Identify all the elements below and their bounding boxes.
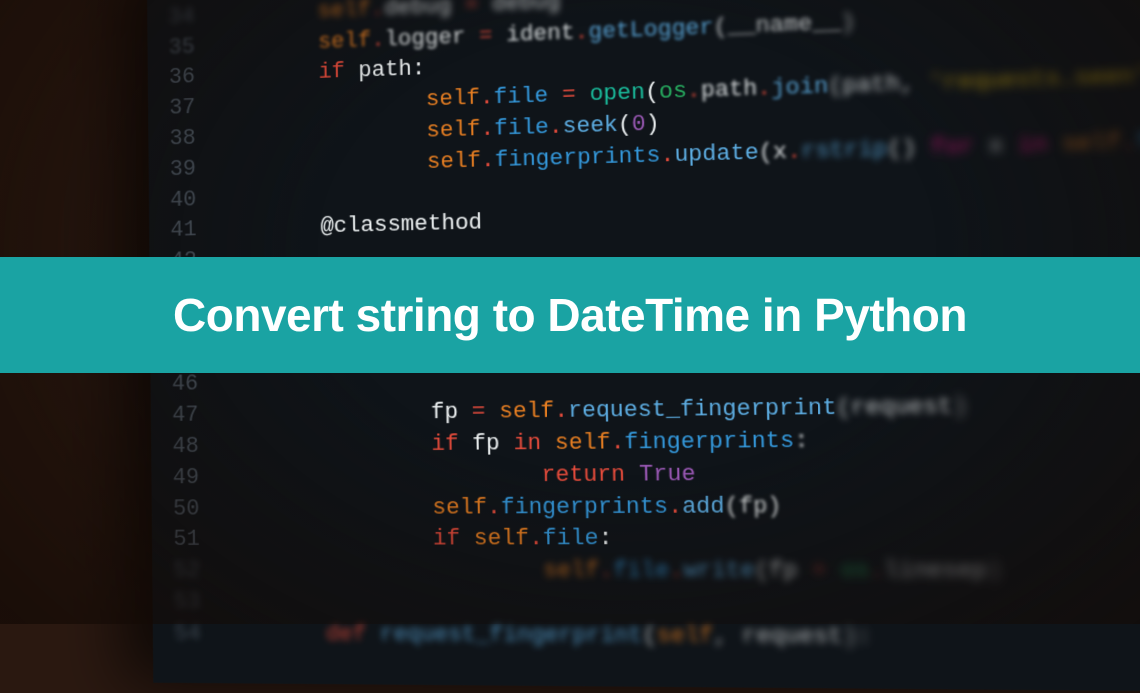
line-number: 35	[147, 32, 212, 65]
line-number: 36	[148, 62, 213, 95]
code-text: def request_fingerprint(self, request):	[219, 619, 872, 654]
line-number: 37	[148, 93, 213, 126]
line-number: 46	[150, 369, 216, 401]
line-number: 52	[152, 556, 218, 587]
code-text: @classmethod	[214, 208, 482, 245]
line-number: 34	[147, 1, 212, 34]
code-line: 53	[152, 587, 1140, 623]
line-number: 48	[151, 431, 217, 463]
code-line: 50 self.fingerprints.add(fp)	[152, 488, 1140, 525]
code-text: if self.file:	[218, 524, 613, 556]
line-number: 53	[152, 587, 218, 618]
page-title: Convert string to DateTime in Python	[173, 288, 967, 342]
line-number: 51	[152, 525, 218, 556]
code-text: self.file.write(fp + os.linesep)	[218, 556, 1002, 589]
line-number: 47	[151, 400, 217, 432]
line-number: 41	[149, 215, 215, 247]
code-line: 52 self.file.write(fp + os.linesep)	[152, 555, 1140, 589]
code-line: 51 if self.file:	[152, 522, 1140, 557]
line-number: 50	[152, 494, 218, 525]
code-line: 54 def request_fingerprint(self, request…	[153, 618, 1140, 656]
code-text: if fp in self.fingerprints:	[217, 426, 809, 463]
line-number: 49	[151, 463, 217, 494]
code-text: self.fingerprints.add(fp)	[217, 491, 782, 525]
line-number: 40	[149, 184, 215, 216]
title-banner: Convert string to DateTime in Python	[0, 257, 1140, 373]
line-number: 38	[148, 123, 213, 156]
line-number: 39	[149, 154, 215, 186]
code-text: return True	[217, 459, 696, 494]
line-number: 54	[153, 618, 219, 650]
